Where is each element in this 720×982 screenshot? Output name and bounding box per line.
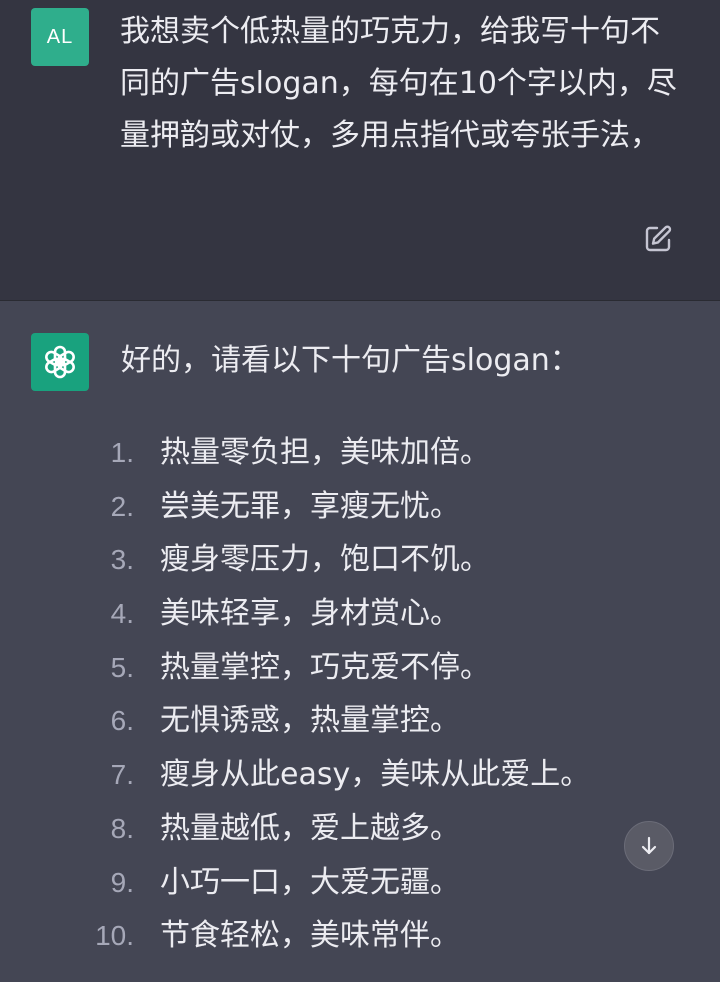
- user-message: AL 我想卖个低热量的巧克力，给我写十句不同的广告slogan，每句在10个字以…: [0, 0, 720, 301]
- list-item-text: 瘦身零压力，饱口不饥。: [160, 542, 490, 578]
- list-item-text: 美味轻享，身材赏心。: [160, 596, 460, 632]
- openai-logo-icon: [45, 345, 75, 379]
- list-item-number: 1.: [110, 437, 134, 468]
- list-item: 2. 尝美无罪，享瘦无忧。: [0, 480, 720, 534]
- list-item: 3. 瘦身零压力，饱口不饥。: [0, 533, 720, 587]
- list-item-number: 10.: [95, 920, 134, 952]
- list-item: 9. 小巧一口，大爱无疆。: [0, 856, 720, 910]
- list-item-text: 热量零负担，美味加倍。: [160, 435, 490, 470]
- list-item-text: 无惧诱惑，热量掌控。: [160, 703, 460, 739]
- list-item: 1. 热量零负担，美味加倍。: [0, 426, 720, 480]
- user-avatar: AL: [31, 8, 89, 66]
- list-item: 5. 热量掌控，巧克爱不停。: [0, 641, 720, 695]
- scroll-to-bottom-button[interactable]: [624, 821, 674, 871]
- list-item-number: 6.: [110, 705, 134, 737]
- arrow-down-icon: [641, 836, 657, 855]
- list-item-text: 瘦身从此easy，美味从此爱上。: [160, 757, 591, 793]
- list-item-number: 3.: [110, 544, 134, 576]
- slogan-list: 1. 热量零负担，美味加倍。 2. 尝美无罪，享瘦无忧。 3. 瘦身零压力，饱口不饥。…: [0, 426, 720, 963]
- assistant-message: 好的，请看以下十句广告slogan： 1. 热量零负担，美味加倍。 2. 尝美无罪，…: [0, 301, 720, 982]
- list-item-number: 5.: [110, 651, 134, 683]
- list-item: 6. 无惧诱惑，热量掌控。: [0, 694, 720, 748]
- list-item-text: 热量越低，爱上越多。: [160, 810, 460, 846]
- edit-icon[interactable]: [642, 223, 674, 255]
- assistant-avatar: [31, 333, 89, 391]
- list-item-text: 热量掌控，巧克爱不停。: [160, 649, 490, 685]
- list-item: 8. 热量越低，爱上越多。: [0, 802, 720, 856]
- list-item-text: 小巧一口，大爱无疆。: [160, 864, 460, 900]
- user-message-text: 我想卖个低热量的巧克力，给我写十句不同的广告slogan，每句在10个字以内，尽…: [120, 14, 677, 153]
- list-item-number: 8.: [110, 812, 134, 844]
- assistant-intro: 好的，请看以下十句广告slogan：: [121, 343, 580, 378]
- list-item-text: 尝美无罪，享瘦无忧。: [160, 488, 460, 524]
- list-item: 10. 节食轻松，美味常伴。: [0, 909, 720, 963]
- list-item: 4. 美味轻享，身材赏心。: [0, 587, 720, 641]
- list-item-number: 9.: [110, 866, 134, 898]
- list-item: 7. 瘦身从此easy，美味从此爱上。: [0, 748, 720, 802]
- list-item-number: 4.: [110, 598, 134, 630]
- list-item-text: 节食轻松，美味常伴。: [160, 918, 460, 954]
- list-item-number: 7.: [110, 759, 134, 791]
- list-item-number: 2.: [110, 490, 134, 522]
